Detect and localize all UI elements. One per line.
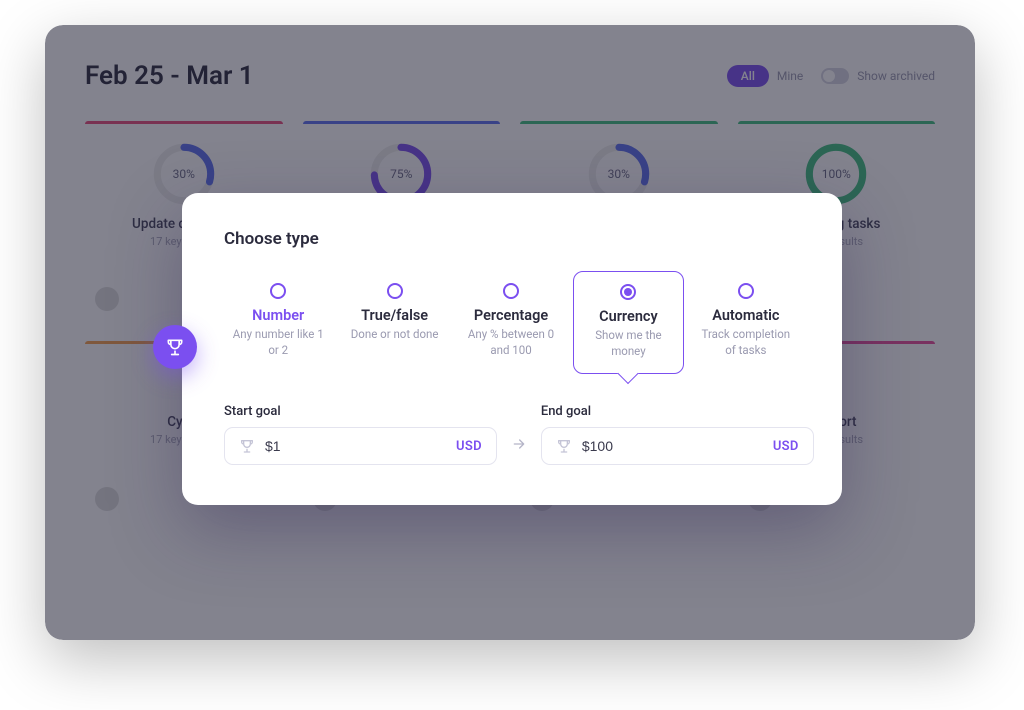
currency-unit[interactable]: USD: [456, 439, 482, 454]
filter-segment[interactable]: All Mine: [727, 65, 803, 87]
type-option-truefalse[interactable]: True/false Done or not done: [340, 271, 448, 374]
radio-icon: [503, 283, 519, 299]
type-name: Number: [228, 307, 328, 324]
type-desc: Any % between 0 and 100: [461, 327, 561, 358]
filter-mine-label[interactable]: Mine: [777, 69, 803, 83]
header-controls: All Mine Show archived: [727, 65, 935, 87]
radio-icon: [620, 284, 636, 300]
type-name: Automatic: [696, 307, 796, 324]
start-goal-col: Start goal USD: [224, 404, 497, 465]
type-desc: Track completion of tasks: [696, 327, 796, 358]
radio-icon: [270, 283, 286, 299]
end-goal-input[interactable]: USD: [541, 427, 814, 465]
type-desc: Any number like 1 or 2: [228, 327, 328, 358]
end-goal-label: End goal: [541, 404, 814, 419]
trophy-badge: [153, 325, 197, 369]
avatar: [95, 487, 119, 511]
type-name: Percentage: [461, 307, 561, 324]
choose-type-modal: Choose type Number Any number like 1 or …: [182, 193, 842, 505]
type-name: True/false: [344, 307, 444, 324]
show-archived-toggle[interactable]: Show archived: [821, 68, 935, 84]
start-goal-label: Start goal: [224, 404, 497, 419]
type-option-number[interactable]: Number Any number like 1 or 2: [224, 271, 332, 374]
toggle-switch[interactable]: [821, 68, 849, 84]
arrow-right-icon: [511, 423, 527, 465]
type-options-row: Number Any number like 1 or 2 True/false…: [224, 271, 800, 374]
end-goal-col: End goal USD: [541, 404, 814, 465]
avatar: [95, 287, 119, 311]
type-option-currency[interactable]: Currency Show me the money: [573, 271, 683, 374]
date-range: Feb 25 - Mar 1: [85, 61, 254, 91]
currency-unit[interactable]: USD: [773, 439, 799, 454]
start-goal-field[interactable]: [265, 438, 446, 454]
type-desc: Show me the money: [578, 328, 678, 359]
header: Feb 25 - Mar 1 All Mine Show archived: [85, 61, 935, 91]
type-option-automatic[interactable]: Automatic Track completion of tasks: [692, 271, 800, 374]
end-goal-field[interactable]: [582, 438, 763, 454]
type-name: Currency: [578, 308, 678, 325]
toggle-label: Show archived: [857, 69, 935, 83]
trophy-icon: [165, 337, 185, 357]
modal-title: Choose type: [224, 229, 800, 249]
goals-row: Start goal USD End goal: [224, 404, 800, 465]
type-option-percentage[interactable]: Percentage Any % between 0 and 100: [457, 271, 565, 374]
trophy-icon: [556, 438, 572, 454]
radio-icon: [738, 283, 754, 299]
trophy-icon: [239, 438, 255, 454]
type-desc: Done or not done: [344, 327, 444, 343]
start-goal-input[interactable]: USD: [224, 427, 497, 465]
filter-all-pill[interactable]: All: [727, 65, 769, 87]
radio-icon: [387, 283, 403, 299]
